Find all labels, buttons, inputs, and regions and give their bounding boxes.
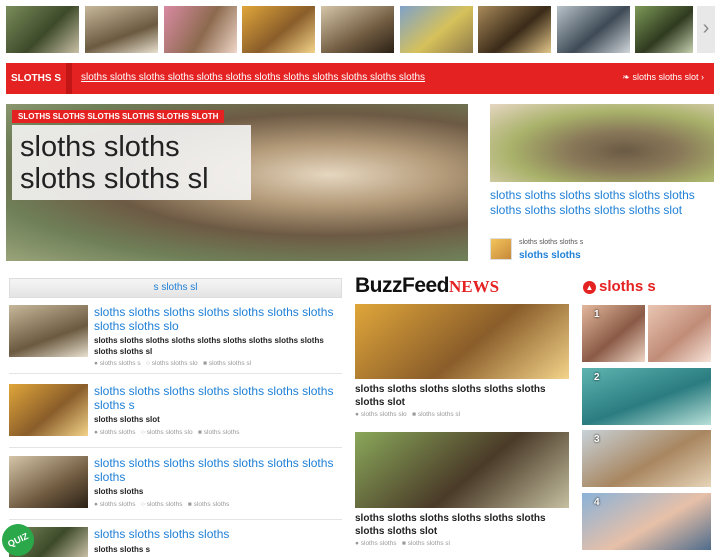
meta-comments: sloths sloths: [203, 429, 240, 436]
clock-icon: ○: [140, 429, 145, 436]
comment-icon: ■: [198, 429, 202, 436]
buzzfeed-news-logo[interactable]: BuzzFeedNEWS: [355, 274, 499, 298]
news-meta-1: ● sloths sloths slo ■ sloths sloths sl: [355, 411, 460, 418]
trending-link[interactable]: sloths sloths sloths sloths sloths sloth…: [81, 72, 425, 83]
meta-comments: sloths sloths: [193, 501, 230, 508]
comment-icon: ■: [412, 411, 416, 418]
trending-separator: [66, 63, 72, 94]
divider: [9, 447, 342, 448]
trending-label: SLOTHS S: [10, 73, 61, 84]
thumbnail-2[interactable]: [85, 6, 158, 53]
user-icon: ●: [94, 501, 98, 508]
meta-author: sloths sloths: [99, 429, 136, 436]
meta-author: sloths sloths slo: [360, 411, 407, 418]
list-item-image[interactable]: [9, 305, 88, 357]
meta-time: sloths sloths: [146, 501, 183, 508]
list-item-desc: sloths sloths sloths sloths sloths sloth…: [94, 336, 324, 356]
list-item-desc: sloths sloths: [94, 487, 144, 496]
meta-time: sloths sloths slo: [146, 429, 193, 436]
list-item-title[interactable]: sloths sloths sloths sloths: [94, 527, 334, 541]
meta-author: sloths sloths: [360, 540, 397, 547]
trending-image-4[interactable]: [582, 493, 711, 550]
meta-comments: sloths sloths sl: [407, 540, 450, 547]
trending-header[interactable]: ▲ sloths s: [583, 278, 656, 295]
logo-news: NEWS: [449, 277, 500, 296]
hero-badge: SLOTHS SLOTHS SLOTHS SLOTHS SLOTHS SLOTH: [12, 110, 225, 123]
clock-icon: ○: [140, 501, 145, 508]
twitter-bird-icon: ❧: [622, 72, 630, 82]
comment-icon: ■: [187, 501, 192, 508]
list-item-image[interactable]: [9, 456, 88, 508]
meta-author: sloths sloths: [99, 501, 136, 508]
meta-comments: sloths sloths sl: [208, 360, 252, 367]
thumbnail-4[interactable]: [242, 6, 315, 53]
twitter-link-text: sloths sloths slot: [632, 72, 699, 82]
thumbnail-7[interactable]: [478, 6, 551, 53]
list-item-meta: ● sloths sloths s ○ sloths sloths slo ■ …: [94, 360, 251, 367]
chevron-right-icon: ›: [701, 72, 704, 82]
meta-time: sloths sloths slo: [151, 360, 198, 367]
clock-icon: ○: [146, 360, 150, 367]
hero-title-line-2: sloths sloths sl: [20, 163, 209, 195]
meta-comments: sloths sloths sl: [417, 411, 461, 418]
divider: [9, 519, 342, 520]
list-item-title[interactable]: sloths sloths sloths sloths sloths sloth…: [94, 305, 334, 333]
news-meta-2: ● sloths sloths ■ sloths sloths sl: [355, 540, 450, 547]
list-item-image[interactable]: [9, 384, 88, 436]
comment-icon: ■: [401, 540, 406, 547]
strip-next-arrow-icon[interactable]: ›: [697, 6, 715, 53]
trending-image-1a[interactable]: [582, 305, 645, 362]
side-story-title[interactable]: sloths sloths sloths sloths sloths sloth…: [490, 188, 714, 217]
news-image-2[interactable]: [355, 432, 569, 508]
meta-author: sloths sloths s: [99, 360, 141, 367]
trending-number-1: 1: [594, 309, 600, 320]
hero-title-line-1: sloths sloths: [20, 131, 180, 163]
trending-image-1b[interactable]: [648, 305, 711, 362]
list-item-title[interactable]: sloths sloths sloths sloths sloths sloth…: [94, 456, 334, 484]
side-story-image[interactable]: [490, 104, 714, 182]
left-column-header[interactable]: s sloths sl: [9, 278, 342, 298]
divider: [9, 373, 342, 374]
list-item-meta: ● sloths sloths ○ sloths sloths ■ sloths…: [94, 501, 229, 508]
news-title-2[interactable]: sloths sloths sloths sloths sloths sloth…: [355, 512, 569, 538]
side-story-meta: sloths sloths sloths s: [519, 239, 584, 246]
list-item-title[interactable]: sloths sloths sloths sloths sloths sloth…: [94, 384, 334, 412]
hero-title-box[interactable]: sloths sloths sloths sloths sl: [12, 125, 251, 200]
thumbnail-9[interactable]: [635, 6, 693, 53]
trending-number-4: 4: [594, 497, 600, 508]
list-item-desc: sloths sloths s: [94, 545, 151, 554]
thumbnail-6[interactable]: [400, 6, 473, 53]
user-icon: ●: [94, 429, 98, 436]
thumbnail-5[interactable]: [321, 6, 394, 53]
news-title-1[interactable]: sloths sloths sloths sloths sloths sloth…: [355, 383, 569, 409]
side-story-author[interactable]: sloths sloths: [519, 250, 581, 261]
trending-image-3[interactable]: [582, 430, 711, 487]
trending-number-2: 2: [594, 372, 600, 383]
trending-bar: SLOTHS S sloths sloths sloths sloths slo…: [6, 63, 714, 94]
thumbnail-8[interactable]: [557, 6, 630, 53]
avatar: [490, 238, 512, 260]
user-icon: ●: [355, 411, 359, 418]
trending-number-3: 3: [594, 434, 600, 445]
news-image-1[interactable]: [355, 304, 569, 379]
logo-main: BuzzFeed: [355, 274, 450, 297]
trending-image-2[interactable]: [582, 368, 711, 425]
thumbnail-1[interactable]: [6, 6, 79, 53]
user-icon: ●: [355, 540, 359, 547]
thumbnail-3[interactable]: [164, 6, 237, 53]
list-item-meta: ● sloths sloths ○ sloths sloths slo ■ sl…: [94, 429, 240, 436]
flame-icon: ▲: [583, 281, 596, 294]
twitter-link[interactable]: ❧ sloths sloths slot ›: [622, 72, 704, 83]
user-icon: ●: [94, 360, 98, 367]
trending-header-text: sloths s: [599, 278, 656, 295]
list-item-desc: sloths sloths slot: [94, 415, 160, 424]
comment-icon: ■: [203, 360, 207, 367]
